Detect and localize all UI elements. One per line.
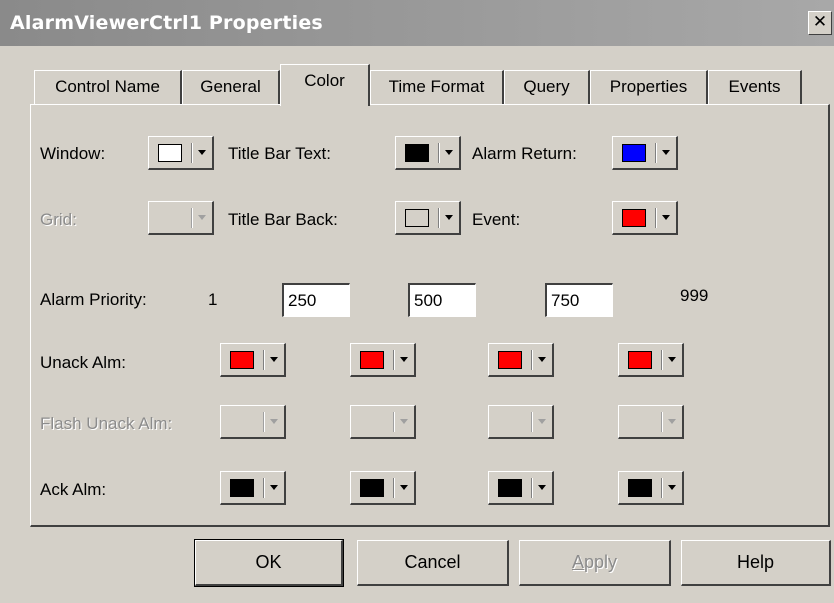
chevron-down-icon [270,485,278,490]
chevron-down-icon [198,215,206,220]
unack-color-button-4[interactable] [618,343,684,377]
ack-swatch [628,479,652,497]
ack-color-button-3[interactable] [488,471,554,505]
alarm-return-swatch [622,144,646,162]
window-color-label: Window: [40,144,106,163]
tab-time-format[interactable]: Time Format [370,70,504,104]
cancel-button[interactable]: Cancel [357,540,509,586]
ack-color-button-1[interactable] [220,471,286,505]
priority-input-3[interactable] [545,283,613,317]
tab-color[interactable]: Color [280,64,370,106]
grid-label: Grid: [40,210,77,229]
apply-mnemonic: A [571,552,584,572]
chevron-down-icon [538,485,546,490]
chevron-down-icon [668,419,676,424]
ack-swatch [360,479,384,497]
alarm-return-label: Alarm Return: [472,144,577,163]
flash-color-button-2[interactable] [350,405,416,439]
tab-control-name[interactable]: Control Name [34,70,182,104]
chevron-down-icon [538,419,546,424]
alarm-priority-label: Alarm Priority: [40,290,147,309]
title-bar-text-label: Title Bar Text: [228,144,331,163]
chevron-down-icon [668,485,676,490]
chevron-down-icon [400,485,408,490]
flash-color-button-3[interactable] [488,405,554,439]
unack-color-button-2[interactable] [350,343,416,377]
tab-query[interactable]: Query [504,70,590,104]
title-bar-back-label: Title Bar Back: [228,210,338,229]
ack-color-button-4[interactable] [618,471,684,505]
unack-swatch [360,351,384,369]
unack-color-button-1[interactable] [220,343,286,377]
tab-general[interactable]: General [182,70,280,104]
title-bar-back-color-button[interactable] [395,201,461,235]
title-bar-back-swatch [405,209,429,227]
chevron-down-icon [400,357,408,362]
ack-swatch [230,479,254,497]
priority-start-value: 1 [208,290,218,309]
tab-properties[interactable]: Properties [590,70,708,104]
help-button[interactable]: Help [681,540,831,586]
chevron-down-icon [270,357,278,362]
title-bar: AlarmViewerCtrl1 Properties ✕ [0,0,834,46]
flash-unack-alm-label: Flash Unack Alm: [40,414,173,433]
grid-color-button[interactable] [148,201,214,235]
flash-color-button-4[interactable] [618,405,684,439]
title-bar-text-swatch [405,144,429,162]
chevron-down-icon [445,150,453,155]
ack-alm-label: Ack Alm: [40,480,107,499]
unack-swatch [230,351,254,369]
window-color-button[interactable] [148,136,214,170]
chevron-down-icon [668,357,676,362]
unack-swatch [498,351,522,369]
apply-button[interactable]: Apply [519,540,671,586]
apply-label-rest: pply [583,552,618,572]
unack-alm-label: Unack Alm: [40,353,126,372]
priority-input-1[interactable] [282,283,350,317]
chevron-down-icon [662,150,670,155]
flash-color-button-1[interactable] [220,405,286,439]
chevron-down-icon [445,215,453,220]
alarm-return-color-button[interactable] [612,136,678,170]
ok-button[interactable]: OK [194,539,344,587]
event-swatch [622,209,646,227]
close-button[interactable]: ✕ [808,11,832,35]
chevron-down-icon [400,419,408,424]
chevron-down-icon [198,150,206,155]
chevron-down-icon [662,215,670,220]
event-label: Event: [472,210,521,229]
ack-color-button-2[interactable] [350,471,416,505]
ack-swatch [498,479,522,497]
event-color-button[interactable] [612,201,678,235]
priority-end-value: 999 [680,286,709,305]
unack-swatch [628,351,652,369]
close-icon: ✕ [812,12,828,32]
title-bar-text-color-button[interactable] [395,136,461,170]
window-color-swatch [158,144,182,162]
priority-input-2[interactable] [408,283,476,317]
chevron-down-icon [270,419,278,424]
tab-events[interactable]: Events [708,70,802,104]
unack-color-button-3[interactable] [488,343,554,377]
chevron-down-icon [538,357,546,362]
window-title: AlarmViewerCtrl1 Properties [10,12,323,34]
